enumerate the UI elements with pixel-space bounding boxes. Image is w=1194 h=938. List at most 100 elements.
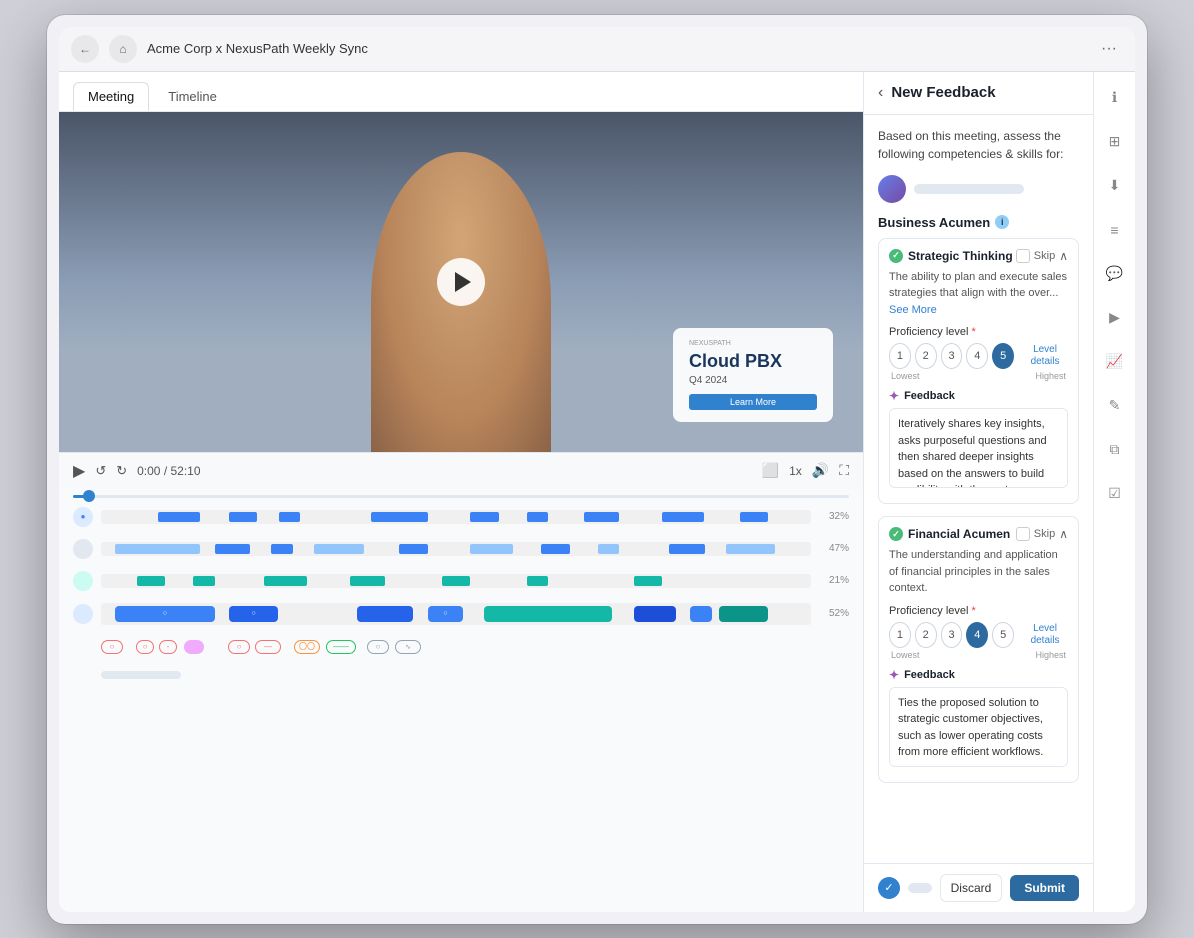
caption-icon[interactable]: ⬜ [762, 462, 779, 479]
save-name-bar [908, 883, 932, 893]
skip-checkbox-2[interactable] [1016, 527, 1030, 541]
skip-checkbox-1[interactable] [1016, 249, 1030, 263]
panel-footer: ✓ Discard Submit [864, 863, 1093, 912]
track-bar-4[interactable]: ○ ○ ○ [101, 603, 811, 625]
slide-logo: NEXUSPATH [689, 340, 817, 347]
video-thumbnail[interactable]: NEXUSPATH Cloud PBX Q4 2024 Learn More [59, 112, 863, 452]
panel-back-button[interactable]: ‹ [878, 84, 883, 102]
rewind-button[interactable]: ↺ [95, 463, 106, 479]
level-labels-2: Lowest Highest [889, 650, 1068, 660]
ann-pill-9[interactable]: ○ [367, 640, 389, 654]
level-3-btn-1[interactable]: 3 [941, 343, 963, 369]
level-3-btn-2[interactable]: 3 [941, 622, 963, 648]
level-5-btn-2[interactable]: 5 [992, 622, 1014, 648]
progress-bar-container[interactable] [73, 489, 849, 504]
browser-chrome: ← ⌂ Acme Corp x NexusPath Weekly Sync ··… [59, 27, 1135, 72]
track-icon-1: ● [73, 507, 93, 527]
comp-desc-1: The ability to plan and execute sales st… [889, 269, 1068, 319]
level-details-link-2[interactable]: Level details [1022, 623, 1068, 647]
panel-body: Based on this meeting, assess the follow… [864, 115, 1093, 863]
tab-meeting[interactable]: Meeting [73, 82, 149, 111]
ann-pill-2[interactable]: ○ [136, 640, 154, 654]
save-indicator: ✓ [878, 877, 900, 899]
collapse-button-1[interactable]: ∧ [1059, 249, 1068, 263]
page-title: Acme Corp x NexusPath Weekly Sync [147, 41, 1085, 56]
ann-pill-6[interactable]: — [255, 640, 281, 654]
chart-icon-btn[interactable]: 📈 [1101, 348, 1129, 376]
proficiency-label-1: Proficiency level * [889, 326, 1068, 338]
speed-button[interactable]: 1x [789, 464, 802, 478]
track-bar-1[interactable] [101, 510, 811, 524]
download-icon-btn[interactable]: ⬇ [1101, 172, 1129, 200]
ann-pill-8[interactable]: —— [326, 640, 356, 654]
ann-pill-1[interactable]: ○ [101, 640, 123, 654]
right-panel: ‹ New Feedback Based on this meeting, as… [863, 72, 1093, 912]
track-segments-2 [101, 542, 811, 556]
fast-forward-button[interactable]: ↻ [116, 463, 127, 479]
check-square-icon-btn[interactable]: ☑ [1101, 480, 1129, 508]
ann-pill-4[interactable] [184, 640, 204, 654]
volume-icon[interactable]: 🔊 [812, 462, 829, 479]
ann-pill-7[interactable]: 〇〇 [294, 640, 320, 654]
submit-button[interactable]: Submit [1010, 875, 1079, 901]
back-button[interactable]: ← [71, 35, 99, 63]
play-overlay-button[interactable] [437, 258, 485, 306]
feedback-textarea-1[interactable]: Iteratively shares key insights, asks pu… [889, 408, 1068, 488]
timeline-section: ● [59, 489, 863, 912]
level-row-1: 1 2 3 4 5 Level details [889, 343, 1068, 369]
track-bar-2[interactable] [101, 542, 811, 556]
level-5-btn-1[interactable]: 5 [992, 343, 1014, 369]
see-more-link-1[interactable]: See More [889, 304, 937, 316]
track-icon-3 [73, 571, 93, 591]
document-icon-btn[interactable]: ≡ [1101, 216, 1129, 244]
edit-icon-btn[interactable]: ✎ [1101, 392, 1129, 420]
ann-pill-10[interactable]: ∿ [395, 640, 421, 654]
feedback-textarea-2[interactable]: Ties the proposed solution to strategic … [889, 687, 1068, 767]
check-icon-1: ✓ [889, 249, 903, 263]
label-bar [101, 671, 181, 679]
track-pct-3: 21% [819, 575, 849, 586]
sidebar-icons: ℹ ⊞ ⬇ ≡ 💬 ▶ 📈 ✎ ⧉ ☑ [1093, 72, 1135, 912]
tab-timeline[interactable]: Timeline [153, 82, 232, 111]
slide-cta-button[interactable]: Learn More [689, 394, 817, 410]
level-2-btn-1[interactable]: 2 [915, 343, 937, 369]
bottom-label-bar [73, 667, 849, 683]
ann-pill-5[interactable]: ○ [228, 640, 250, 654]
info-icon-btn[interactable]: ℹ [1101, 84, 1129, 112]
collapse-button-2[interactable]: ∧ [1059, 527, 1068, 541]
chat-icon-btn[interactable]: 💬 [1101, 260, 1129, 288]
track-bar-3[interactable] [101, 574, 811, 588]
comp-title-2: ✓ Financial Acumen [889, 527, 1010, 541]
level-2-btn-2[interactable]: 2 [915, 622, 937, 648]
progress-thumb[interactable] [83, 490, 95, 502]
skip-row-2: Skip [1016, 527, 1055, 541]
comp-header-1: ✓ Strategic Thinking Skip ∧ [889, 249, 1068, 263]
section-info-icon[interactable]: i [995, 215, 1009, 229]
fullscreen-icon[interactable]: ⛶ [839, 462, 849, 479]
grid-icon-btn[interactable]: ⊞ [1101, 128, 1129, 156]
level-details-link-1[interactable]: Level details [1022, 344, 1068, 368]
level-1-btn-2[interactable]: 1 [889, 622, 911, 648]
track-row-4: ○ ○ ○ [73, 603, 849, 625]
play-button[interactable]: ▶ [73, 461, 85, 481]
track-segments-1 [101, 510, 811, 524]
track-pct-4: 52% [819, 608, 849, 619]
device-frame: ← ⌂ Acme Corp x NexusPath Weekly Sync ··… [47, 15, 1147, 924]
panel-header: ‹ New Feedback [864, 72, 1093, 115]
track-icon-2 [73, 539, 93, 559]
track-row-1: ● [73, 507, 849, 527]
layers-icon-btn[interactable]: ⧉ [1101, 436, 1129, 464]
level-4-btn-1[interactable]: 4 [966, 343, 988, 369]
ann-pill-3[interactable]: ‑ [159, 640, 177, 654]
discard-button[interactable]: Discard [940, 874, 1003, 902]
comp-title-1: ✓ Strategic Thinking [889, 249, 1013, 263]
progress-track [73, 495, 849, 498]
home-button[interactable]: ⌂ [109, 35, 137, 63]
level-4-btn-2[interactable]: 4 [966, 622, 988, 648]
comp-header-2: ✓ Financial Acumen Skip ∧ [889, 527, 1068, 541]
arrow-icon-btn[interactable]: ▶ [1101, 304, 1129, 332]
annotation-track: ○ ○ ‑ ○ — 〇〇 —— ○ ∿ [73, 637, 849, 657]
browser-more-button[interactable]: ··· [1095, 35, 1123, 63]
level-1-btn-1[interactable]: 1 [889, 343, 911, 369]
skip-row-1: Skip [1016, 249, 1055, 263]
